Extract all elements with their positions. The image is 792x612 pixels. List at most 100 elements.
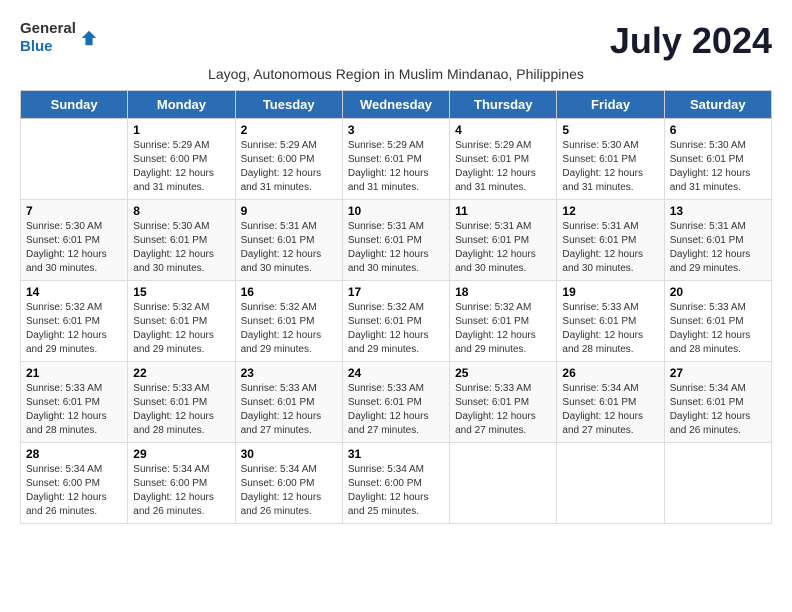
day-info: Sunrise: 5:31 AM Sunset: 6:01 PM Dayligh… (348, 220, 444, 276)
day-number: 28 (26, 447, 122, 461)
day-info: Sunrise: 5:29 AM Sunset: 6:00 PM Dayligh… (241, 139, 337, 195)
day-info: Sunrise: 5:31 AM Sunset: 6:01 PM Dayligh… (455, 220, 551, 276)
day-number: 23 (241, 366, 337, 380)
calendar-cell: 8 Sunrise: 5:30 AM Sunset: 6:01 PM Daylig… (128, 200, 235, 281)
day-number: 6 (670, 123, 766, 137)
calendar-cell: 31Sunrise: 5:34 AM Sunset: 6:00 PM Dayli… (342, 443, 449, 524)
calendar-cell: 25Sunrise: 5:33 AM Sunset: 6:01 PM Dayli… (450, 362, 557, 443)
day-info: Sunrise: 5:32 AM Sunset: 6:01 PM Dayligh… (241, 301, 337, 357)
day-number: 16 (241, 285, 337, 299)
day-info: Sunrise: 5:34 AM Sunset: 6:00 PM Dayligh… (241, 463, 337, 519)
day-info: Sunrise: 5:30 AM Sunset: 6:01 PM Dayligh… (133, 220, 229, 276)
calendar-cell (450, 443, 557, 524)
day-header-tuesday: Tuesday (235, 91, 342, 119)
day-number: 19 (562, 285, 658, 299)
day-number: 1 (133, 123, 229, 137)
calendar-week-row: 7 Sunrise: 5:30 AM Sunset: 6:01 PM Daylig… (21, 200, 772, 281)
day-info: Sunrise: 5:29 AM Sunset: 6:00 PM Dayligh… (133, 139, 229, 195)
day-number: 8 (133, 204, 229, 218)
calendar-cell: 21 Sunrise: 5:33 AM Sunset: 6:01 PM Dayli… (21, 362, 128, 443)
day-number: 27 (670, 366, 766, 380)
day-number: 30 (241, 447, 337, 461)
logo-text: General Blue (20, 20, 76, 56)
day-info: Sunrise: 5:33 AM Sunset: 6:01 PM Dayligh… (670, 301, 766, 357)
day-number: 21 (26, 366, 122, 380)
day-header-monday: Monday (128, 91, 235, 119)
day-info: Sunrise: 5:31 AM Sunset: 6:01 PM Dayligh… (241, 220, 337, 276)
day-number: 10 (348, 204, 444, 218)
calendar-cell: 9 Sunrise: 5:31 AM Sunset: 6:01 PM Daylig… (235, 200, 342, 281)
calendar-cell: 18 Sunrise: 5:32 AM Sunset: 6:01 PM Dayli… (450, 281, 557, 362)
calendar-cell: 4Sunrise: 5:29 AM Sunset: 6:01 PM Daylig… (450, 119, 557, 200)
calendar-cell: 26 Sunrise: 5:34 AM Sunset: 6:01 PM Dayli… (557, 362, 664, 443)
day-info: Sunrise: 5:34 AM Sunset: 6:01 PM Dayligh… (670, 382, 766, 438)
calendar-cell: 6 Sunrise: 5:30 AM Sunset: 6:01 PM Daylig… (664, 119, 771, 200)
calendar-cell: 17 Sunrise: 5:32 AM Sunset: 6:01 PM Dayli… (342, 281, 449, 362)
day-info: Sunrise: 5:32 AM Sunset: 6:01 PM Dayligh… (26, 301, 122, 357)
day-info: Sunrise: 5:32 AM Sunset: 6:01 PM Dayligh… (348, 301, 444, 357)
day-info: Sunrise: 5:32 AM Sunset: 6:01 PM Dayligh… (455, 301, 551, 357)
day-info: Sunrise: 5:33 AM Sunset: 6:01 PM Dayligh… (241, 382, 337, 438)
calendar-cell: 24 Sunrise: 5:33 AM Sunset: 6:01 PM Dayli… (342, 362, 449, 443)
calendar-cell: 20 Sunrise: 5:33 AM Sunset: 6:01 PM Dayli… (664, 281, 771, 362)
day-header-friday: Friday (557, 91, 664, 119)
day-info: Sunrise: 5:33 AM Sunset: 6:01 PM Dayligh… (562, 301, 658, 357)
day-number: 18 (455, 285, 551, 299)
calendar-cell: 1 Sunrise: 5:29 AM Sunset: 6:00 PM Daylig… (128, 119, 235, 200)
calendar-cell: 10 Sunrise: 5:31 AM Sunset: 6:01 PM Dayli… (342, 200, 449, 281)
day-info: Sunrise: 5:30 AM Sunset: 6:01 PM Dayligh… (562, 139, 658, 195)
day-number: 9 (241, 204, 337, 218)
day-header-thursday: Thursday (450, 91, 557, 119)
day-info: Sunrise: 5:33 AM Sunset: 6:01 PM Dayligh… (348, 382, 444, 438)
calendar-cell: 15Sunrise: 5:32 AM Sunset: 6:01 PM Dayli… (128, 281, 235, 362)
day-info: Sunrise: 5:30 AM Sunset: 6:01 PM Dayligh… (670, 139, 766, 195)
day-number: 20 (670, 285, 766, 299)
day-number: 29 (133, 447, 229, 461)
calendar-cell: 11 Sunrise: 5:31 AM Sunset: 6:01 PM Dayli… (450, 200, 557, 281)
calendar-week-row: 21 Sunrise: 5:33 AM Sunset: 6:01 PM Dayli… (21, 362, 772, 443)
calendar-cell: 28 Sunrise: 5:34 AM Sunset: 6:00 PM Dayli… (21, 443, 128, 524)
day-number: 17 (348, 285, 444, 299)
calendar-cell: 23 Sunrise: 5:33 AM Sunset: 6:01 PM Dayli… (235, 362, 342, 443)
calendar-cell: 7Sunrise: 5:30 AM Sunset: 6:01 PM Daylig… (21, 200, 128, 281)
day-info: Sunrise: 5:31 AM Sunset: 6:01 PM Dayligh… (670, 220, 766, 276)
day-number: 13 (670, 204, 766, 218)
day-info: Sunrise: 5:33 AM Sunset: 6:01 PM Dayligh… (455, 382, 551, 438)
day-info: Sunrise: 5:31 AM Sunset: 6:01 PM Dayligh… (562, 220, 658, 276)
day-info: Sunrise: 5:33 AM Sunset: 6:01 PM Dayligh… (133, 382, 229, 438)
calendar-cell (664, 443, 771, 524)
calendar-cell: 19 Sunrise: 5:33 AM Sunset: 6:01 PM Dayli… (557, 281, 664, 362)
day-info: Sunrise: 5:34 AM Sunset: 6:00 PM Dayligh… (133, 463, 229, 519)
day-number: 24 (348, 366, 444, 380)
day-number: 22 (133, 366, 229, 380)
calendar-subtitle: Layog, Autonomous Region in Muslim Minda… (20, 66, 772, 82)
days-header-row: SundayMondayTuesdayWednesdayThursdayFrid… (21, 91, 772, 119)
day-number: 14 (26, 285, 122, 299)
day-number: 7 (26, 204, 122, 218)
calendar-week-row: 14 Sunrise: 5:32 AM Sunset: 6:01 PM Dayli… (21, 281, 772, 362)
logo: General Blue (20, 20, 98, 56)
day-info: Sunrise: 5:33 AM Sunset: 6:01 PM Dayligh… (26, 382, 122, 438)
calendar-cell (557, 443, 664, 524)
calendar-cell: 29 Sunrise: 5:34 AM Sunset: 6:00 PM Dayli… (128, 443, 235, 524)
calendar-table: SundayMondayTuesdayWednesdayThursdayFrid… (20, 90, 772, 524)
day-header-saturday: Saturday (664, 91, 771, 119)
day-info: Sunrise: 5:29 AM Sunset: 6:01 PM Dayligh… (455, 139, 551, 195)
calendar-cell: 3Sunrise: 5:29 AM Sunset: 6:01 PM Daylig… (342, 119, 449, 200)
calendar-cell: 27 Sunrise: 5:34 AM Sunset: 6:01 PM Dayli… (664, 362, 771, 443)
month-title: July 2024 (610, 20, 772, 62)
day-number: 26 (562, 366, 658, 380)
calendar-cell: 13 Sunrise: 5:31 AM Sunset: 6:01 PM Dayli… (664, 200, 771, 281)
calendar-cell: 5 Sunrise: 5:30 AM Sunset: 6:01 PM Daylig… (557, 119, 664, 200)
day-number: 2 (241, 123, 337, 137)
day-info: Sunrise: 5:34 AM Sunset: 6:00 PM Dayligh… (26, 463, 122, 519)
day-info: Sunrise: 5:32 AM Sunset: 6:01 PM Dayligh… (133, 301, 229, 357)
calendar-week-row: 28 Sunrise: 5:34 AM Sunset: 6:00 PM Dayli… (21, 443, 772, 524)
day-number: 3 (348, 123, 444, 137)
calendar-cell (21, 119, 128, 200)
day-number: 5 (562, 123, 658, 137)
day-info: Sunrise: 5:34 AM Sunset: 6:01 PM Dayligh… (562, 382, 658, 438)
day-header-wednesday: Wednesday (342, 91, 449, 119)
calendar-cell: 12Sunrise: 5:31 AM Sunset: 6:01 PM Dayli… (557, 200, 664, 281)
day-number: 11 (455, 204, 551, 218)
